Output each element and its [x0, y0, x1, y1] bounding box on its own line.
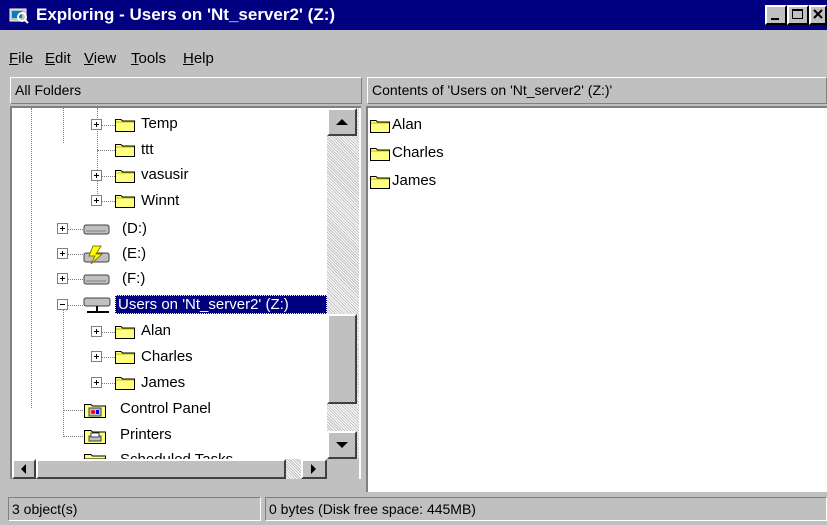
- scroll-up-button[interactable]: [327, 108, 357, 136]
- menu-edit[interactable]: Edit: [45, 50, 71, 67]
- menu-label: iew: [93, 50, 117, 67]
- menu-bar: File Edit View Tools Help: [0, 44, 827, 68]
- maximize-icon: [792, 9, 803, 19]
- list-item-label: Alan: [392, 116, 423, 133]
- expand-temp[interactable]: [91, 119, 102, 130]
- expand-vasusir[interactable]: [91, 170, 102, 181]
- folder-icon: [115, 326, 135, 339]
- tree-line: [63, 410, 83, 411]
- up-arrow-icon: [336, 119, 348, 125]
- scroll-thumb[interactable]: [327, 314, 357, 404]
- tree-item-vasusir[interactable]: vasusir: [141, 166, 189, 183]
- down-arrow-icon: [336, 442, 348, 448]
- left-arrow-icon: [21, 464, 26, 474]
- menu-tools[interactable]: Tools: [131, 50, 166, 67]
- explorer-icon: [9, 8, 29, 24]
- collapse-z[interactable]: [57, 299, 68, 310]
- menu-accel: H: [183, 50, 194, 67]
- menu-view[interactable]: View: [84, 50, 116, 67]
- hscroll-thumb[interactable]: [36, 459, 286, 479]
- title-bar[interactable]: Exploring - Users on 'Nt_server2' (Z:): [0, 0, 827, 30]
- folder-icon: [115, 144, 135, 157]
- contents-header: Contents of 'Users on 'Nt_server2' (Z:)': [367, 77, 827, 104]
- status-object-count: 3 object(s): [8, 497, 261, 521]
- expand-e[interactable]: [57, 248, 68, 259]
- menu-accel: V: [84, 50, 94, 67]
- menu-label: ools: [138, 50, 167, 67]
- folder-icon: [370, 120, 390, 133]
- folder-icon: [115, 195, 135, 208]
- menu-help[interactable]: Help: [183, 50, 214, 67]
- tree-item-charles[interactable]: Charles: [141, 348, 193, 365]
- menu-label: ile: [18, 50, 34, 67]
- tree-line: [63, 436, 83, 437]
- menu-accel: E: [45, 50, 56, 67]
- network-drive-icon: [83, 297, 111, 313]
- right-arrow-icon: [311, 464, 316, 474]
- minimize-icon: [771, 18, 779, 20]
- close-icon: [813, 9, 823, 19]
- tree-vertical-scrollbar[interactable]: [327, 108, 359, 459]
- menu-file[interactable]: File: [9, 50, 33, 67]
- tree-item-scheduled-tasks-clip: Scheduled Tasks: [120, 448, 320, 459]
- folder-icon: [370, 148, 390, 161]
- tree-item-scheduled-tasks[interactable]: Scheduled Tasks: [120, 451, 233, 459]
- tree-horizontal-scrollbar[interactable]: [12, 459, 327, 479]
- control-panel-icon: [84, 404, 106, 418]
- scroll-down-button[interactable]: [327, 431, 357, 459]
- folder-icon: [115, 170, 135, 183]
- tree-item-drive-z-selected[interactable]: Users on 'Nt_server2' (Z:): [115, 295, 327, 314]
- tree-item-winnt[interactable]: Winnt: [141, 192, 179, 209]
- expand-charles[interactable]: [91, 351, 102, 362]
- tree-item-drive-d[interactable]: (D:): [122, 220, 147, 237]
- folder-icon: [115, 351, 135, 364]
- expand-alan[interactable]: [91, 326, 102, 337]
- list-item-label: Charles: [392, 144, 444, 161]
- status-disk-info: 0 bytes (Disk free space: 445MB): [265, 497, 827, 521]
- tree-line: [63, 305, 64, 435]
- cdrom-drive-icon: [83, 245, 110, 265]
- all-folders-header: All Folders: [10, 77, 362, 104]
- tree-line: [63, 108, 64, 143]
- tree-item-james[interactable]: James: [141, 374, 185, 391]
- printers-icon: [84, 430, 106, 444]
- folder-icon: [115, 119, 135, 132]
- drive-icon: [83, 224, 110, 235]
- menu-accel: F: [9, 50, 19, 67]
- expand-d[interactable]: [57, 223, 68, 234]
- window-title: Exploring - Users on 'Nt_server2' (Z:): [36, 5, 336, 24]
- scroll-right-button[interactable]: [301, 459, 327, 479]
- menu-label: elp: [193, 50, 214, 67]
- tree-item-temp[interactable]: Temp: [141, 115, 178, 132]
- tree-item-drive-f[interactable]: (F:): [122, 270, 145, 287]
- contents-panel[interactable]: [366, 106, 827, 492]
- scheduled-tasks-icon: [84, 454, 106, 459]
- minimize-button[interactable]: [765, 5, 787, 25]
- maximize-button[interactable]: [787, 5, 809, 25]
- tree-item-alan[interactable]: Alan: [141, 322, 171, 339]
- tree-line: [97, 150, 115, 151]
- drive-icon: [83, 274, 110, 285]
- menu-label: dit: [55, 50, 71, 67]
- expand-winnt[interactable]: [91, 195, 102, 206]
- scroll-left-button[interactable]: [12, 459, 36, 479]
- folder-icon: [115, 377, 135, 390]
- expand-f[interactable]: [57, 273, 68, 284]
- close-button[interactable]: [809, 5, 827, 25]
- status-bar: 3 object(s) 0 bytes (Disk free space: 44…: [0, 492, 827, 525]
- scroll-corner: [327, 459, 359, 479]
- tree-item-control-panel[interactable]: Control Panel: [120, 400, 211, 417]
- folder-icon: [370, 176, 390, 189]
- list-item-label: James: [392, 172, 437, 189]
- menu-accel: T: [131, 50, 139, 67]
- tree-line: [31, 108, 32, 408]
- tree-item-printers[interactable]: Printers: [120, 426, 172, 443]
- tree-item-drive-e[interactable]: (E:): [122, 245, 146, 262]
- expand-james[interactable]: [91, 377, 102, 388]
- tree-item-ttt[interactable]: ttt: [141, 141, 154, 158]
